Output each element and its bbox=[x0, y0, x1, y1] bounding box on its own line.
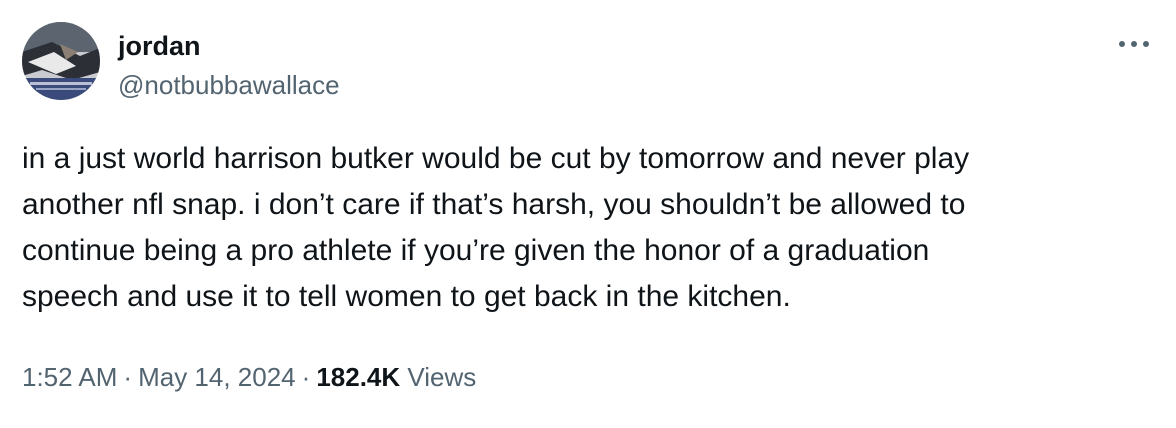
views-label: Views bbox=[407, 362, 477, 392]
tweet-time[interactable]: 1:52 AM bbox=[22, 362, 117, 392]
author-avatar[interactable] bbox=[22, 22, 100, 100]
more-horizontal-icon bbox=[1119, 41, 1149, 47]
tweet-card: jordan @notbubbawallace in a just world … bbox=[0, 0, 1176, 428]
views-count[interactable]: 182.4K bbox=[316, 362, 400, 392]
author-handle[interactable]: @notbubbawallace bbox=[118, 69, 340, 101]
tweet-text: in a just world harrison butker would be… bbox=[22, 142, 970, 313]
author-display-name[interactable]: jordan bbox=[118, 30, 201, 62]
tweet-meta: 1:52 AM · May 14, 2024 · 182.4K Views bbox=[22, 360, 476, 394]
meta-separator: · bbox=[301, 362, 311, 392]
meta-separator: · bbox=[123, 362, 133, 392]
tweet-date[interactable]: May 14, 2024 bbox=[138, 362, 296, 392]
user-avatar-icon bbox=[22, 22, 100, 100]
more-options-button[interactable] bbox=[1114, 28, 1154, 60]
